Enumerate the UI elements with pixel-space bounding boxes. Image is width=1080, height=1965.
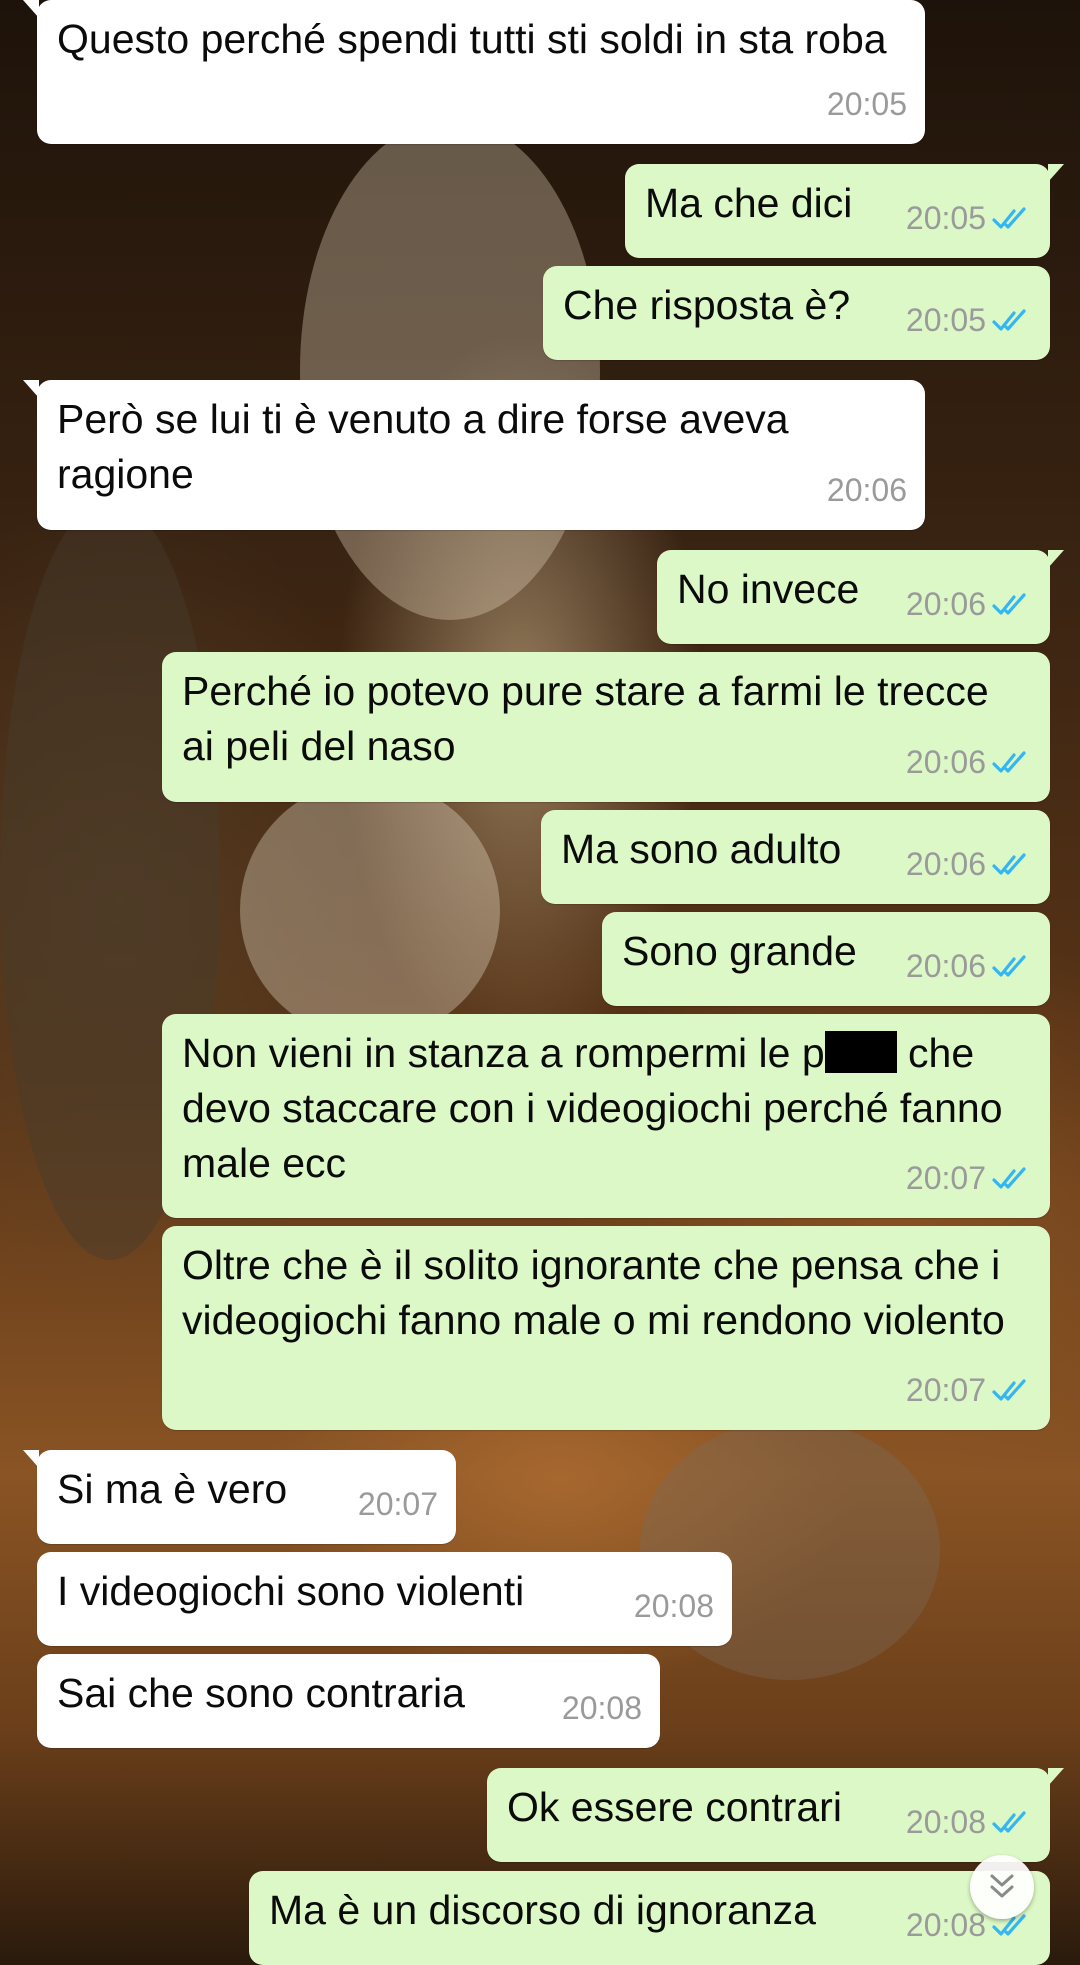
message-outgoing[interactable]: No invece 20:06 xyxy=(657,550,1064,644)
double-chevron-down-icon xyxy=(990,1874,1014,1898)
message-time: 20:07 xyxy=(905,1160,986,1196)
message-outgoing[interactable]: Ma è un discorso di ignoranza 20:08 xyxy=(249,1871,1050,1965)
double-check-icon xyxy=(992,1810,1026,1833)
message-text: Ma è un discorso di ignoranza xyxy=(269,1887,816,1933)
message-outgoing[interactable]: Che risposta è? 20:05 xyxy=(543,266,1050,360)
message-incoming[interactable]: Si ma è vero 20:07 xyxy=(23,1450,456,1544)
message-text: Però se lui ti è venuto a dire forse ave… xyxy=(57,396,800,497)
message-text: Questo perché spendi tutti sti soldi in … xyxy=(57,16,887,62)
message-time: 20:06 xyxy=(826,472,907,508)
message-time: 20:05 xyxy=(826,86,907,122)
message-incoming[interactable]: I videogiochi sono violenti 20:08 xyxy=(37,1552,732,1646)
message-text-part-1: Non vieni in stanza a rompermi le p xyxy=(182,1030,825,1076)
scroll-to-bottom-button[interactable] xyxy=(970,1855,1034,1919)
message-text: No invece xyxy=(677,566,860,612)
double-check-icon xyxy=(992,852,1026,875)
message-time: 20:06 xyxy=(905,846,986,882)
double-check-icon xyxy=(992,1378,1026,1401)
double-check-icon xyxy=(992,308,1026,331)
double-check-icon xyxy=(992,206,1026,229)
message-text: Ma sono adulto xyxy=(561,826,842,872)
message-outgoing[interactable]: Perché io potevo pure stare a farmi le t… xyxy=(162,652,1050,802)
message-outgoing[interactable]: Sono grande 20:06 xyxy=(602,912,1050,1006)
double-check-icon xyxy=(992,750,1026,773)
message-incoming[interactable]: Però se lui ti è venuto a dire forse ave… xyxy=(23,380,925,530)
message-outgoing[interactable]: Non vieni in stanza a rompermi le p che … xyxy=(162,1014,1050,1218)
message-time: 20:05 xyxy=(905,302,986,338)
message-time: 20:08 xyxy=(633,1588,714,1624)
redaction-bar xyxy=(824,1031,897,1073)
message-text: I videogiochi sono violenti xyxy=(57,1568,525,1614)
message-text: Ma che dici xyxy=(645,180,853,226)
message-text: Perché io potevo pure stare a farmi le t… xyxy=(182,668,1001,769)
message-text: Si ma è vero xyxy=(57,1466,288,1512)
message-incoming[interactable]: Sai che sono contraria 20:08 xyxy=(37,1654,660,1748)
message-time: 20:08 xyxy=(905,1804,986,1840)
message-text: Che risposta è? xyxy=(563,282,851,328)
message-outgoing[interactable]: Ma che dici 20:05 xyxy=(625,164,1064,258)
message-text: Sono grande xyxy=(622,928,857,974)
message-time: 20:08 xyxy=(561,1690,642,1726)
message-outgoing[interactable]: Ma sono adulto 20:06 xyxy=(541,810,1050,904)
message-time: 20:07 xyxy=(905,1372,986,1408)
message-time: 20:08 xyxy=(905,1907,986,1943)
message-text: Ok essere contrari xyxy=(507,1784,842,1830)
double-check-icon xyxy=(992,954,1026,977)
double-check-icon xyxy=(992,592,1026,615)
message-time: 20:06 xyxy=(905,744,986,780)
message-outgoing[interactable]: Oltre che è il solito ignorante che pens… xyxy=(162,1226,1050,1430)
message-incoming[interactable]: Questo perché spendi tutti sti soldi in … xyxy=(23,0,925,144)
message-time: 20:07 xyxy=(357,1486,438,1522)
message-time: 20:05 xyxy=(905,200,986,236)
message-outgoing[interactable]: Ok essere contrari 20:08 xyxy=(487,1768,1064,1862)
message-text: Oltre che è il solito ignorante che pens… xyxy=(182,1242,1012,1343)
message-time: 20:06 xyxy=(905,586,986,622)
message-time: 20:06 xyxy=(905,948,986,984)
message-list[interactable]: Questo perché spendi tutti sti soldi in … xyxy=(0,0,1080,1965)
message-text: Sai che sono contraria xyxy=(57,1670,465,1716)
double-check-icon xyxy=(992,1166,1026,1189)
